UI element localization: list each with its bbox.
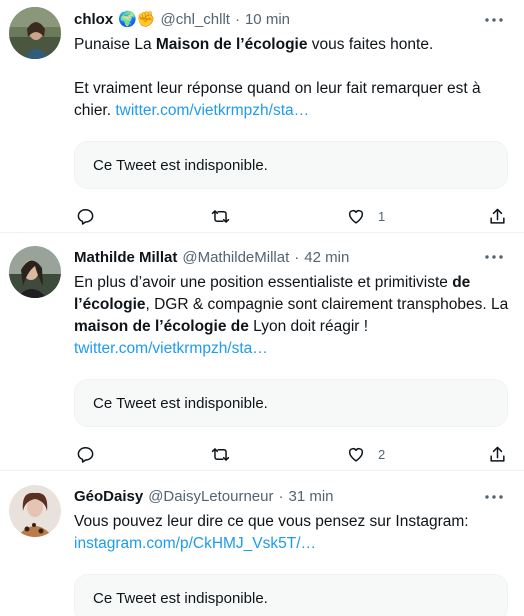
user-handle[interactable]: @MathildeMillat	[182, 249, 289, 266]
timestamp[interactable]: 42 min	[304, 249, 349, 266]
retweet-button[interactable]	[210, 207, 231, 226]
tweet-paragraph: Vous pouvez leur dire ce que vous pensez…	[74, 511, 510, 555]
like-count: 2	[378, 447, 386, 462]
tweet-actions: 2	[74, 439, 510, 471]
text-run: , DGR & compagnie sont clairement transp…	[145, 296, 509, 313]
more-options-icon[interactable]	[482, 487, 506, 507]
separator-dot: ·	[278, 487, 284, 505]
heart-icon	[348, 210, 364, 224]
quote-text: Ce Tweet est indisponible.	[93, 589, 268, 607]
quoted-tweet-unavailable[interactable]: Ce Tweet est indisponible.	[74, 379, 508, 427]
reply-button[interactable]	[76, 207, 95, 226]
tweet[interactable]: Mathilde Millat @MathildeMillat · 42 min…	[0, 233, 524, 471]
name-emoji-badges: 🌍✊	[118, 10, 156, 28]
tweet-paragraph: Et vraiment leur réponse quand on leur f…	[74, 78, 510, 122]
like-count: 1	[378, 209, 386, 224]
text-run: En plus d’avoir une position essentialis…	[74, 274, 453, 291]
quote-text: Ce Tweet est indisponible.	[93, 394, 268, 412]
like-button[interactable]: 1	[346, 207, 385, 226]
tweet-text: Vous pouvez leur dire ce que vous pensez…	[74, 511, 510, 555]
quoted-tweet-unavailable[interactable]: Ce Tweet est indisponible.	[74, 574, 508, 616]
tweet-body: chlox 🌍✊ @chl_chllt · 10 min Punaise La …	[74, 8, 510, 233]
heart-icon	[348, 448, 364, 462]
tweet-paragraph: En plus d’avoir une position essentialis…	[74, 272, 510, 360]
tweet[interactable]: chlox 🌍✊ @chl_chllt · 10 min Punaise La …	[0, 0, 524, 233]
share-icon	[490, 446, 505, 462]
tweet[interactable]: GéoDaisy @DaisyLetourneur · 31 min Vous …	[0, 471, 524, 616]
more-options-icon[interactable]	[482, 247, 506, 267]
text-run: Punaise La	[74, 36, 156, 53]
reply-icon	[77, 209, 94, 225]
paragraph-break	[74, 56, 510, 78]
share-button[interactable]	[488, 445, 507, 464]
reply-button[interactable]	[76, 445, 95, 464]
quoted-tweet-unavailable[interactable]: Ce Tweet est indisponible.	[74, 141, 508, 189]
tweet-header: Mathilde Millat @MathildeMillat · 42 min	[74, 246, 510, 268]
tweet-text: Punaise La Maison de l’écologie vous fai…	[74, 34, 510, 122]
display-name[interactable]: chlox	[74, 11, 113, 28]
retweet-button[interactable]	[210, 445, 231, 464]
tweet-body: GéoDaisy @DaisyLetourneur · 31 min Vous …	[74, 485, 510, 616]
tweet-header: chlox 🌍✊ @chl_chllt · 10 min	[74, 8, 510, 30]
separator-dot: ·	[294, 248, 300, 266]
text-run: Vous pouvez leur dire ce que vous pensez…	[74, 513, 469, 530]
avatar[interactable]	[9, 485, 61, 537]
share-icon	[490, 208, 505, 224]
timestamp[interactable]: 10 min	[245, 11, 290, 28]
tweet-header: GéoDaisy @DaisyLetourneur · 31 min	[74, 485, 510, 507]
display-name[interactable]: GéoDaisy	[74, 488, 143, 505]
more-options-icon[interactable]	[482, 10, 506, 30]
tweet-actions: 1	[74, 201, 510, 233]
tweet-link[interactable]: instagram.com/p/CkHMJ_Vsk5T/…	[74, 535, 316, 552]
tweet-link[interactable]: twitter.com/vietkrmpzh/sta…	[115, 102, 309, 119]
timestamp[interactable]: 31 min	[289, 488, 334, 505]
highlighted-term: Maison de l’écologie	[155, 36, 308, 53]
separator-dot: ·	[234, 10, 240, 28]
user-handle[interactable]: @chl_chllt	[161, 11, 230, 28]
reply-icon	[77, 447, 94, 463]
tweet-text: En plus d’avoir une position essentialis…	[74, 272, 510, 360]
share-button[interactable]	[488, 207, 507, 226]
timeline-feed: chlox 🌍✊ @chl_chllt · 10 min Punaise La …	[0, 0, 524, 616]
tweet-body: Mathilde Millat @MathildeMillat · 42 min…	[74, 246, 510, 471]
text-run: Lyon doit réagir !	[248, 318, 369, 335]
tweet-paragraph: Punaise La Maison de l’écologie vous fai…	[74, 34, 510, 56]
text-run: vous faites honte.	[307, 36, 434, 53]
avatar[interactable]	[9, 7, 61, 59]
retweet-icon	[211, 210, 230, 223]
user-handle[interactable]: @DaisyLetourneur	[148, 488, 273, 505]
display-name[interactable]: Mathilde Millat	[74, 249, 177, 266]
retweet-icon	[211, 448, 230, 461]
highlighted-term: maison de l’écologie de	[74, 318, 249, 335]
avatar[interactable]	[9, 246, 61, 298]
tweet-link[interactable]: twitter.com/vietkrmpzh/sta…	[74, 340, 268, 357]
like-button[interactable]: 2	[346, 445, 385, 464]
quote-text: Ce Tweet est indisponible.	[93, 156, 268, 174]
